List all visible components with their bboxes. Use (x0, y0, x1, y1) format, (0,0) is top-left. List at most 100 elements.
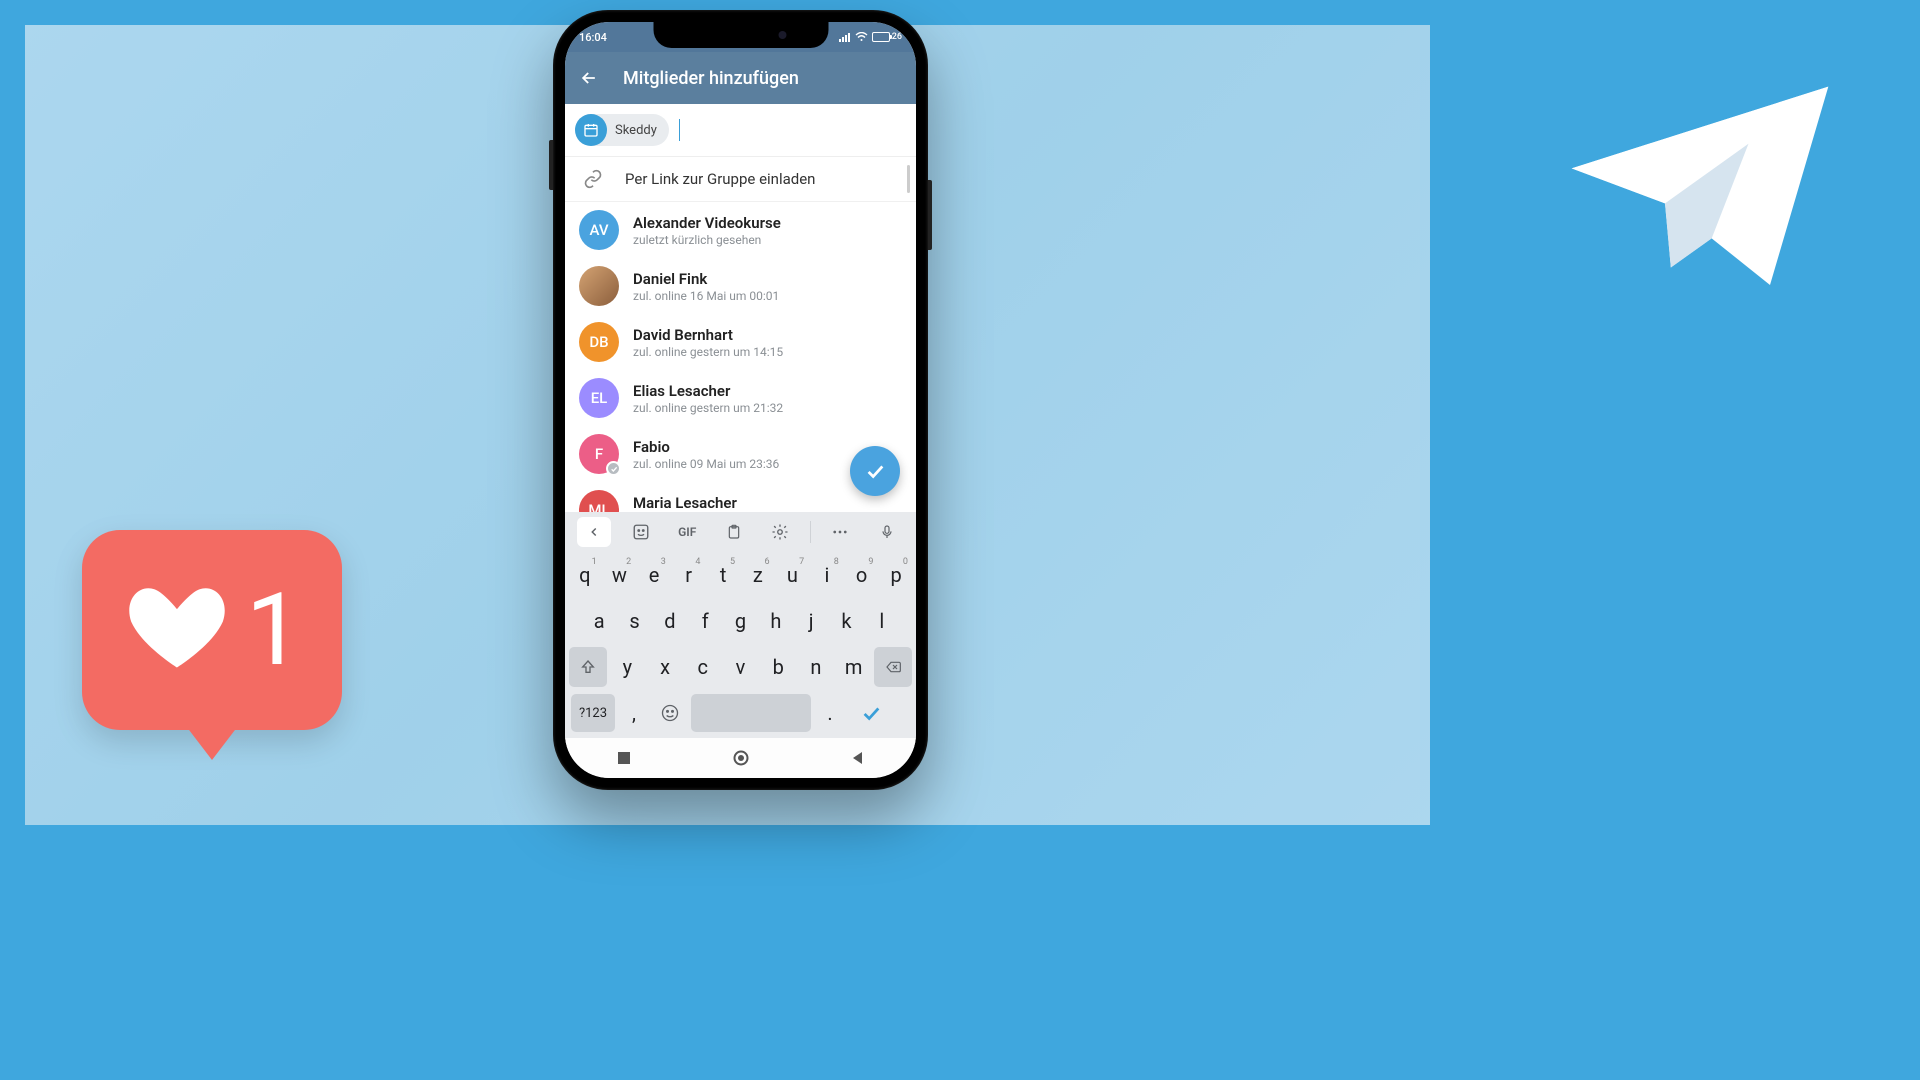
key-k[interactable]: k (830, 601, 862, 641)
nav-recent[interactable] (615, 749, 633, 767)
phone-frame: 16:04 26 Mitglieder hinzufügen (553, 10, 928, 790)
keyboard-row-1: q1w2e3r4t5z6u7i8o9p0 (565, 552, 916, 598)
key-f[interactable]: f (689, 601, 721, 641)
separator (810, 521, 811, 543)
key-b[interactable]: b (761, 647, 796, 687)
key-g[interactable]: g (724, 601, 756, 641)
avatar: EL (579, 378, 619, 418)
chip-avatar (575, 114, 607, 146)
kb-sticker[interactable] (624, 517, 658, 547)
key-r[interactable]: r4 (673, 555, 705, 595)
keyboard-row-2: asdfghjkl (565, 598, 916, 644)
key-q[interactable]: q1 (569, 555, 601, 595)
soft-keyboard: GIF q1w2e3r4t5z6u7i8o9p0 asdfghjkl yxcvb… (565, 512, 916, 738)
key-comma[interactable]: , (619, 694, 649, 732)
chip-label: Skeddy (615, 123, 657, 138)
app-header: Mitglieder hinzufügen (565, 52, 916, 104)
kb-mic[interactable] (870, 517, 904, 547)
confirm-fab[interactable] (850, 446, 900, 496)
contact-name: Daniel Fink (633, 270, 779, 288)
avatar: DB (579, 322, 619, 362)
check-icon (864, 460, 886, 482)
key-p[interactable]: p0 (880, 555, 912, 595)
mic-icon (879, 523, 895, 541)
key-shift[interactable] (569, 647, 607, 687)
gear-icon (771, 523, 789, 541)
key-backspace[interactable] (874, 647, 912, 687)
key-x[interactable]: x (648, 647, 683, 687)
back-button[interactable] (579, 68, 599, 88)
key-s[interactable]: s (618, 601, 650, 641)
key-h[interactable]: h (760, 601, 792, 641)
key-i[interactable]: i8 (811, 555, 843, 595)
avatar: F (579, 434, 619, 474)
member-chip[interactable]: Skeddy (575, 114, 669, 146)
check-icon (860, 702, 882, 724)
key-j[interactable]: j (795, 601, 827, 641)
key-period[interactable]: . (815, 694, 845, 732)
nav-back[interactable] (849, 749, 867, 767)
contact-row[interactable]: DB David Bernhartzul. online gestern um 1… (565, 314, 916, 370)
key-emoji[interactable] (653, 694, 687, 732)
selected-members-row[interactable]: Skeddy (565, 104, 916, 157)
dots-icon (831, 523, 849, 541)
phone-screen: 16:04 26 Mitglieder hinzufügen (565, 22, 916, 778)
contact-row[interactable]: ELElias Lesacherzul. online gestern um 2… (565, 370, 916, 426)
avatar: ML (579, 490, 619, 512)
key-c[interactable]: c (685, 647, 720, 687)
triangle-left-icon (851, 751, 865, 765)
backspace-icon (883, 659, 903, 675)
contact-name: David Bernhart (633, 326, 783, 344)
key-a[interactable]: a (583, 601, 615, 641)
keyboard-toolbar: GIF (565, 512, 916, 552)
contact-name: Elias Lesacher (633, 382, 783, 400)
kb-gif[interactable]: GIF (670, 517, 704, 547)
kb-more[interactable] (823, 517, 857, 547)
keyboard-row-3: yxcvbnm (565, 644, 916, 690)
contact-status: zul. online gestern um 14:15 (633, 345, 783, 359)
nav-home[interactable] (732, 749, 750, 767)
key-w[interactable]: w2 (604, 555, 636, 595)
avatar (579, 266, 619, 306)
android-nav-bar (565, 738, 916, 778)
key-z[interactable]: z6 (742, 555, 774, 595)
contact-status: zul. online 16 Mai um 00:01 (633, 289, 779, 303)
clipboard-icon (726, 523, 742, 541)
battery-indicator: 26 (872, 32, 902, 42)
contact-name: Alexander Videokurse (633, 214, 781, 232)
key-e[interactable]: e3 (638, 555, 670, 595)
contact-status: zul. online 09 Mai um 23:36 (633, 457, 779, 471)
heart-icon (122, 580, 232, 680)
wifi-icon (855, 32, 868, 42)
key-m[interactable]: m (836, 647, 871, 687)
keyboard-row-4: ?123 , . (565, 690, 916, 738)
key-space[interactable] (691, 694, 811, 732)
key-l[interactable]: l (866, 601, 898, 641)
invite-label: Per Link zur Gruppe einladen (625, 170, 815, 188)
kb-settings[interactable] (763, 517, 797, 547)
contact-row[interactable]: AVAlexander Videokursezuletzt kürzlich g… (565, 202, 916, 258)
contact-name: Maria Lesacher (633, 494, 782, 512)
phone-notch (653, 22, 828, 48)
arrow-left-icon (579, 68, 599, 88)
sticker-icon (632, 523, 650, 541)
key-d[interactable]: d (654, 601, 686, 641)
key-numbers[interactable]: ?123 (571, 694, 615, 732)
like-count: 1 (246, 572, 302, 689)
key-enter[interactable] (849, 694, 893, 732)
contact-status: zuletzt kürzlich gesehen (633, 233, 781, 247)
status-time: 16:04 (579, 31, 607, 44)
shift-icon (580, 659, 596, 675)
invite-via-link[interactable]: Per Link zur Gruppe einladen (565, 157, 916, 202)
kb-clipboard[interactable] (717, 517, 751, 547)
contact-row[interactable]: Daniel Finkzul. online 16 Mai um 00:01 (565, 258, 916, 314)
key-u[interactable]: u7 (777, 555, 809, 595)
kb-collapse[interactable] (577, 517, 611, 547)
key-n[interactable]: n (799, 647, 834, 687)
circle-icon (733, 750, 749, 766)
key-v[interactable]: v (723, 647, 758, 687)
scrollbar[interactable] (907, 165, 910, 193)
key-o[interactable]: o9 (846, 555, 878, 595)
key-y[interactable]: y (610, 647, 645, 687)
key-t[interactable]: t5 (707, 555, 739, 595)
